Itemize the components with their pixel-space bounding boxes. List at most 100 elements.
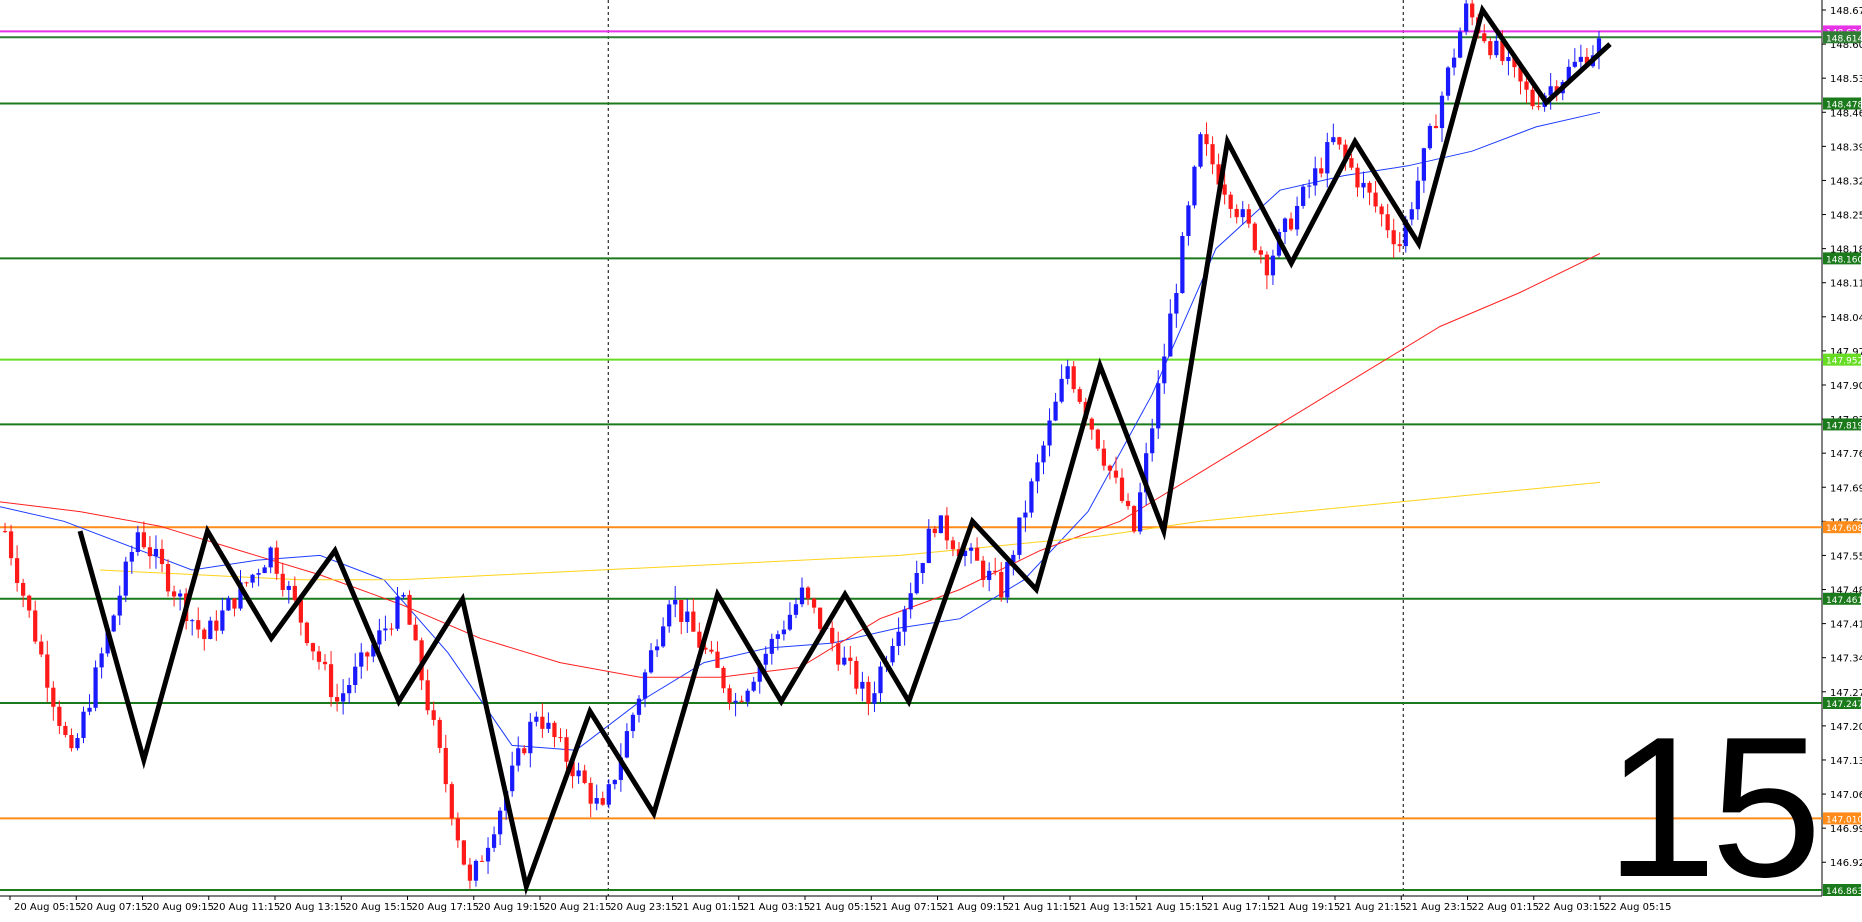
candle-body (21, 582, 26, 596)
candle-body (908, 593, 913, 610)
level-price-label: 148.478 (1826, 101, 1862, 111)
candle-body (1047, 420, 1052, 446)
candle-body (1041, 445, 1046, 463)
candle-body (842, 657, 847, 665)
candle-body (1186, 205, 1191, 236)
candle-body (359, 652, 364, 667)
time-tick-label: 20 Aug 15:15 (345, 902, 412, 913)
candle-body (45, 654, 50, 688)
level-price-label: 148.160 (1826, 255, 1862, 265)
candle-body (667, 604, 672, 627)
candle-body (117, 595, 122, 616)
candle-body (896, 631, 901, 646)
candle-body (1325, 142, 1330, 174)
candle-body (1373, 192, 1378, 207)
candle-body (854, 660, 859, 689)
candle-body (1150, 428, 1155, 454)
candle-body (334, 697, 340, 702)
candle-body (443, 747, 448, 785)
candle-body (516, 748, 521, 766)
candle-body (63, 725, 68, 735)
candle-body (1415, 180, 1420, 210)
candle-body (93, 667, 98, 708)
candle-body (365, 652, 370, 657)
candle-body (1439, 95, 1445, 129)
candle-body (1361, 182, 1366, 188)
candle-body (751, 681, 756, 691)
candle-body (1421, 148, 1426, 181)
candle-body (292, 585, 297, 601)
candle-body (81, 711, 86, 739)
candle-body (1427, 125, 1433, 149)
time-tick-label: 21 Aug 23:15 (1405, 902, 1472, 913)
level-price-label: 147.608 (1826, 524, 1862, 534)
candle-body (552, 722, 557, 738)
candle-body (1119, 477, 1125, 501)
candle-body (528, 721, 533, 754)
candle-body (769, 638, 774, 654)
candle-body (648, 650, 654, 673)
candle-body (57, 706, 62, 726)
candle-body (763, 653, 768, 665)
candle-body (926, 528, 931, 564)
candle-body (461, 840, 466, 865)
candle-body (467, 864, 473, 881)
time-tick-label: 20 Aug 21:15 (544, 902, 611, 913)
candle-body (1379, 206, 1384, 215)
time-tick-label: 21 Aug 11:15 (1008, 902, 1075, 913)
candle-body (310, 643, 316, 652)
zigzag-indicator (77, 4, 1612, 896)
candle-body (654, 646, 660, 651)
candle-body (805, 587, 811, 599)
time-tick-label: 21 Aug 17:15 (1207, 902, 1274, 913)
candle-body (902, 609, 907, 632)
candle-body (27, 595, 32, 611)
candle-body (2, 531, 8, 533)
time-tick-label: 21 Aug 13:15 (1074, 902, 1141, 913)
price-tick-label: 147.340 (1830, 654, 1862, 665)
candle-body (75, 738, 80, 749)
candle-body (202, 629, 207, 639)
candle-body (1470, 3, 1475, 18)
candle-body (33, 610, 38, 642)
level-price-label: 146.863 (1826, 887, 1862, 897)
candle-body (1530, 89, 1535, 107)
candle-body (558, 737, 563, 739)
candle-body (220, 610, 225, 631)
candle-body (721, 667, 726, 689)
candle-body (866, 681, 871, 704)
candle-body (135, 532, 140, 552)
price-tick-label: 148.390 (1830, 142, 1862, 153)
candle-body (636, 698, 642, 715)
candle-body (932, 528, 937, 534)
candle-body (938, 515, 943, 534)
price-chart[interactable]: 148.670148.600148.530148.460148.390148.3… (0, 0, 1862, 918)
candle-body (1313, 168, 1318, 186)
price-tick-label: 146.990 (1830, 824, 1862, 835)
candle-body (190, 620, 195, 622)
candle-body (993, 570, 998, 572)
candle-body (1301, 186, 1306, 206)
candle-body (987, 570, 992, 580)
price-tick-label: 148.320 (1830, 176, 1862, 187)
candle-body (304, 622, 310, 644)
candle-body (1282, 218, 1288, 232)
candle-body (950, 540, 956, 550)
candle-body (1168, 313, 1173, 357)
candle-body (685, 611, 690, 622)
price-tick-label: 148.250 (1830, 211, 1862, 222)
candle-body (449, 784, 454, 819)
candle-body (1005, 561, 1010, 598)
candle-body (600, 798, 605, 805)
price-tick-label: 148.530 (1830, 74, 1862, 85)
time-tick-label: 20 Aug 09:15 (147, 902, 214, 913)
candle-body (226, 598, 231, 611)
candle-body (159, 548, 165, 565)
candle-body (1288, 218, 1294, 230)
candle-body (256, 573, 261, 575)
candle-body (153, 548, 159, 557)
candle-body (208, 620, 213, 639)
price-tick-label: 146.920 (1830, 858, 1862, 869)
candle-body (793, 604, 799, 615)
candle-body (914, 573, 919, 594)
